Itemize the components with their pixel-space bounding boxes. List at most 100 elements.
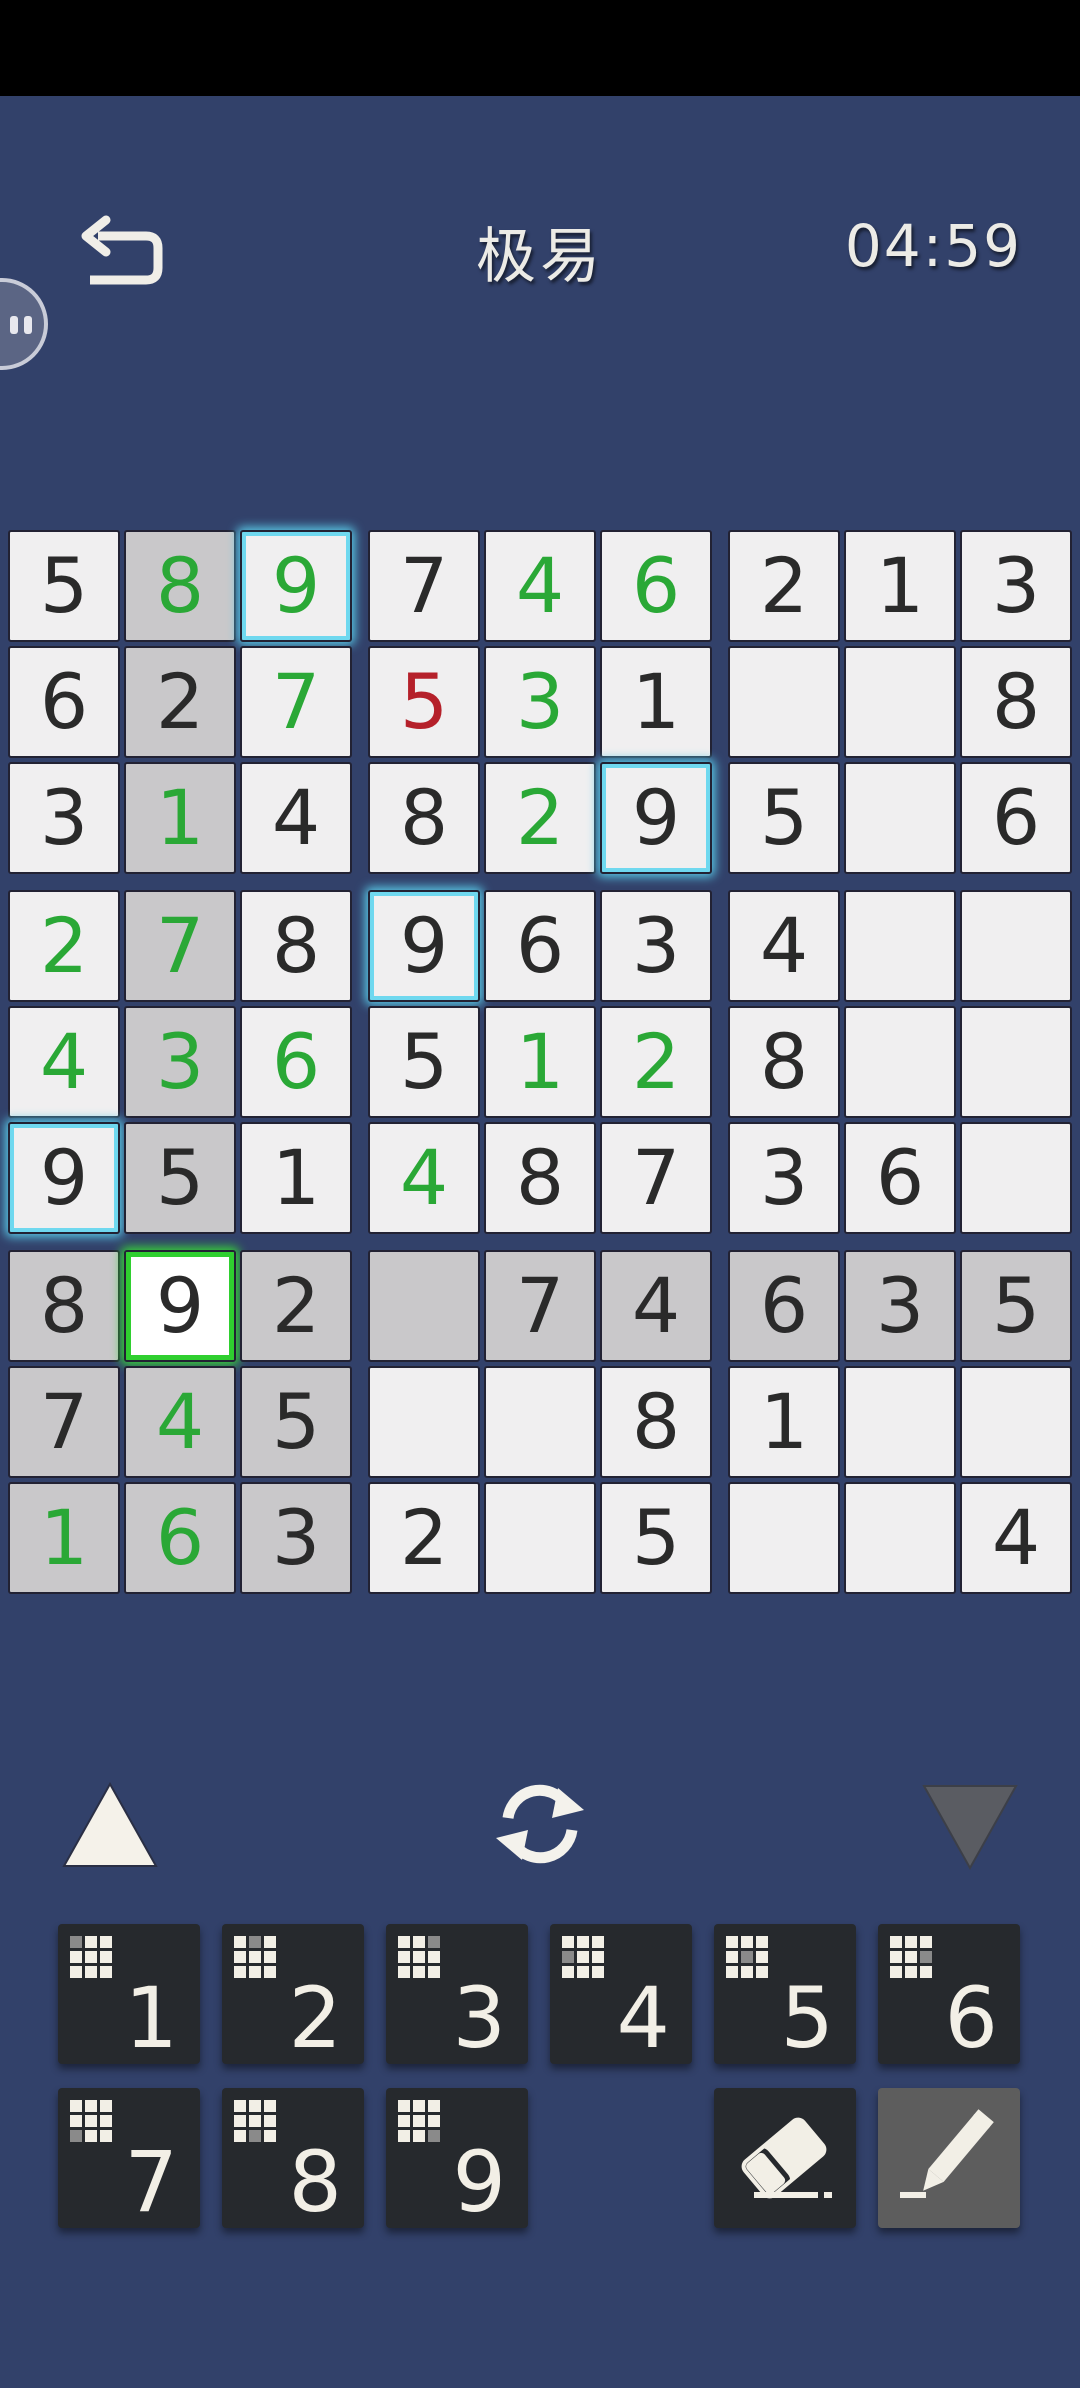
board-cell-r8c3[interactable]: 5 [240,1366,352,1478]
board-cell-r6c4[interactable]: 4 [368,1122,480,1234]
eraser-button[interactable] [714,2088,856,2228]
board-cell-r5c8[interactable] [844,1006,956,1118]
board-cell-r5c6[interactable]: 2 [600,1006,712,1118]
number-key-4[interactable]: 4 [550,1924,692,2064]
board-cell-r4c1[interactable]: 2 [8,890,120,1002]
next-button[interactable] [920,1782,1020,1872]
board-cell-r4c6[interactable]: 3 [600,890,712,1002]
number-key-1[interactable]: 1 [58,1924,200,2064]
board-cell-r8c2[interactable]: 4 [124,1366,236,1478]
board-cell-r7c1[interactable]: 8 [8,1250,120,1362]
board-cell-r1c7[interactable]: 2 [728,530,840,642]
board-cell-r1c3[interactable]: 9 [240,530,352,642]
board-cell-r9c6[interactable]: 5 [600,1482,712,1594]
board-cell-r2c3[interactable]: 7 [240,646,352,758]
board-cell-r5c1[interactable]: 4 [8,1006,120,1118]
board-cell-r3c1[interactable]: 3 [8,762,120,874]
board-cell-r9c5[interactable] [484,1482,596,1594]
board-cell-r5c9[interactable] [960,1006,1072,1118]
board-cell-r6c8[interactable]: 6 [844,1122,956,1234]
board-cell-r6c1[interactable]: 9 [8,1122,120,1234]
board-cell-r2c2[interactable]: 2 [124,646,236,758]
board-cell-r3c4[interactable]: 8 [368,762,480,874]
board-cell-r2c1[interactable]: 6 [8,646,120,758]
board-cell-r1c9[interactable]: 3 [960,530,1072,642]
refresh-button[interactable] [488,1776,592,1872]
board-cell-r2c4[interactable]: 5 [368,646,480,758]
board-cell-r6c5[interactable]: 8 [484,1122,596,1234]
board-cell-r9c1[interactable]: 1 [8,1482,120,1594]
board-cell-r4c5[interactable]: 6 [484,890,596,1002]
board-cell-r6c3[interactable]: 1 [240,1122,352,1234]
board-cell-r6c2[interactable]: 5 [124,1122,236,1234]
pencil-icon [900,2109,994,2198]
number-key-5[interactable]: 5 [714,1924,856,2064]
board-cell-r3c8[interactable] [844,762,956,874]
board-cell-r3c6[interactable]: 9 [600,762,712,874]
board-cell-r8c6[interactable]: 8 [600,1366,712,1478]
number-key-9[interactable]: 9 [386,2088,528,2228]
board-cell-r5c5[interactable]: 1 [484,1006,596,1118]
board-cell-r2c9[interactable]: 8 [960,646,1072,758]
board-cell-r7c4[interactable] [368,1250,480,1362]
notes-grid-icon [398,1936,440,1978]
board-cell-r5c4[interactable]: 5 [368,1006,480,1118]
board-cell-r7c2[interactable]: 9 [124,1250,236,1362]
board-cell-r2c5[interactable]: 3 [484,646,596,758]
board-cell-r3c5[interactable]: 2 [484,762,596,874]
number-key-2[interactable]: 2 [222,1924,364,2064]
board-cell-r7c9[interactable]: 5 [960,1250,1072,1362]
notes-grid-icon [234,1936,276,1978]
board-cell-r1c4[interactable]: 7 [368,530,480,642]
board-cell-r1c6[interactable]: 6 [600,530,712,642]
number-key-7[interactable]: 7 [58,2088,200,2228]
board-cell-r3c7[interactable]: 5 [728,762,840,874]
board-cell-r8c7[interactable]: 1 [728,1366,840,1478]
board-cell-r6c7[interactable]: 3 [728,1122,840,1234]
board-cell-r7c7[interactable]: 6 [728,1250,840,1362]
board-cell-r7c3[interactable]: 2 [240,1250,352,1362]
board-cell-r3c9[interactable]: 6 [960,762,1072,874]
board-cell-r8c8[interactable] [844,1366,956,1478]
board-cell-r1c2[interactable]: 8 [124,530,236,642]
board-cell-r7c5[interactable]: 7 [484,1250,596,1362]
board-cell-r7c6[interactable]: 4 [600,1250,712,1362]
board-cell-r4c8[interactable] [844,890,956,1002]
board-cell-r8c1[interactable]: 7 [8,1366,120,1478]
board-cell-r1c5[interactable]: 4 [484,530,596,642]
board-cell-r3c2[interactable]: 1 [124,762,236,874]
board-cell-r4c2[interactable]: 7 [124,890,236,1002]
board-cell-r8c4[interactable] [368,1366,480,1478]
number-key-6[interactable]: 6 [878,1924,1020,2064]
board-cell-r3c3[interactable]: 4 [240,762,352,874]
board-cell-r9c7[interactable] [728,1482,840,1594]
board-cell-r8c5[interactable] [484,1366,596,1478]
board-cell-r9c3[interactable]: 3 [240,1482,352,1594]
board-cell-r7c8[interactable]: 3 [844,1250,956,1362]
board-cell-r2c7[interactable] [728,646,840,758]
board-cell-r6c9[interactable] [960,1122,1072,1234]
notes-grid-icon [70,1936,112,1978]
board-cell-r2c6[interactable]: 1 [600,646,712,758]
board-cell-r5c2[interactable]: 3 [124,1006,236,1118]
number-key-8[interactable]: 8 [222,2088,364,2228]
board-cell-r1c8[interactable]: 1 [844,530,956,642]
previous-button[interactable] [60,1780,160,1870]
board-cell-r9c4[interactable]: 2 [368,1482,480,1594]
board-cell-r5c7[interactable]: 8 [728,1006,840,1118]
board-cell-r9c9[interactable]: 4 [960,1482,1072,1594]
board-cell-r4c3[interactable]: 8 [240,890,352,1002]
board-cell-r4c7[interactable]: 4 [728,890,840,1002]
board-cell-r4c9[interactable] [960,890,1072,1002]
board-cell-r5c3[interactable]: 6 [240,1006,352,1118]
number-key-3[interactable]: 3 [386,1924,528,2064]
board-cell-r6c6[interactable]: 7 [600,1122,712,1234]
board-cell-r9c2[interactable]: 6 [124,1482,236,1594]
pencil-notes-button[interactable] [878,2088,1020,2228]
eraser-icon [741,2117,832,2199]
board-cell-r4c4[interactable]: 9 [368,890,480,1002]
board-cell-r1c1[interactable]: 5 [8,530,120,642]
board-cell-r9c8[interactable] [844,1482,956,1594]
board-cell-r2c8[interactable] [844,646,956,758]
board-cell-r8c9[interactable] [960,1366,1072,1478]
